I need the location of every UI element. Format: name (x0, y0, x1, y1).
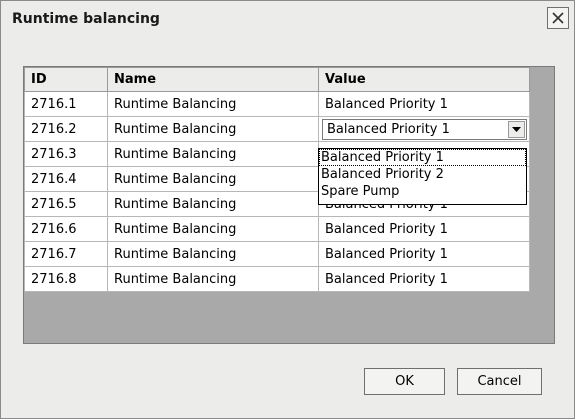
cell-name: Runtime Balancing (107, 266, 319, 292)
cell-value[interactable]: Balanced Priority 1 (318, 266, 530, 292)
title-bar: Runtime balancing (1, 1, 574, 39)
cell-value[interactable]: Balanced Priority 1 (318, 216, 530, 242)
cell-id: 2716.5 (24, 191, 108, 217)
table-row[interactable]: 2716.1 Runtime Balancing Balanced Priori… (24, 91, 530, 117)
close-icon (551, 11, 565, 25)
cell-name: Runtime Balancing (107, 166, 319, 192)
cell-id: 2716.4 (24, 166, 108, 192)
cell-value[interactable]: Balanced Priority 1 (318, 91, 530, 117)
column-header-value[interactable]: Value (318, 67, 530, 92)
cell-id: 2716.8 (24, 266, 108, 292)
column-header-name[interactable]: Name (107, 67, 319, 92)
cell-name: Runtime Balancing (107, 91, 319, 117)
cell-name: Runtime Balancing (107, 216, 319, 242)
ok-button[interactable]: OK (364, 368, 445, 395)
cell-name: Runtime Balancing (107, 241, 319, 267)
chevron-down-icon (512, 122, 521, 137)
cell-id: 2716.7 (24, 241, 108, 267)
combobox-value: Balanced Priority 1 (327, 121, 450, 137)
cell-id: 2716.2 (24, 116, 108, 142)
cell-id: 2716.6 (24, 216, 108, 242)
cell-id: 2716.3 (24, 141, 108, 167)
cell-id: 2716.1 (24, 91, 108, 117)
table-row[interactable]: 2716.7 Runtime Balancing Balanced Priori… (24, 241, 530, 267)
column-header-id[interactable]: ID (24, 67, 108, 92)
table-row[interactable]: 2716.6 Runtime Balancing Balanced Priori… (24, 216, 530, 242)
parameter-grid: ID Name Value 2716.1 Runtime Balancing B… (23, 66, 555, 344)
dialog-title: Runtime balancing (12, 11, 160, 27)
cell-value[interactable]: Balanced Priority 1 (318, 241, 530, 267)
dropdown-option[interactable]: Balanced Priority 2 (319, 166, 526, 183)
table-row[interactable]: 2716.2 Runtime Balancing Balanced Priori… (24, 116, 530, 142)
cell-name: Runtime Balancing (107, 116, 319, 142)
cancel-button[interactable]: Cancel (457, 368, 542, 395)
cell-name: Runtime Balancing (107, 191, 319, 217)
value-combobox[interactable]: Balanced Priority 1 (322, 118, 527, 140)
dropdown-option[interactable]: Balanced Priority 1 (319, 149, 526, 166)
dropdown-option[interactable]: Spare Pump (319, 183, 526, 200)
combobox-dropdown-button[interactable] (508, 120, 525, 138)
cell-name: Runtime Balancing (107, 141, 319, 167)
close-button[interactable] (547, 7, 569, 29)
value-dropdown-list: Balanced Priority 1 Balanced Priority 2 … (318, 148, 527, 205)
table-row[interactable]: 2716.8 Runtime Balancing Balanced Priori… (24, 266, 530, 292)
table-header-row: ID Name Value (24, 67, 530, 92)
cell-value-editor: Balanced Priority 1 (318, 116, 530, 142)
